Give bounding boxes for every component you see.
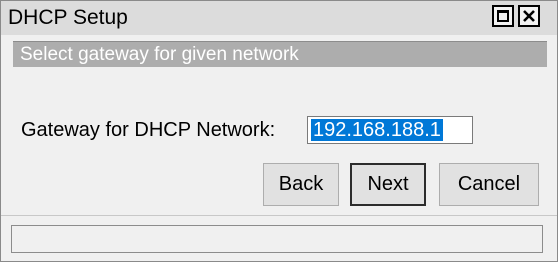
maximize-icon [497, 10, 509, 22]
maximize-button[interactable] [492, 5, 514, 27]
close-icon [523, 10, 535, 22]
subtitle-text: Select gateway for given network [20, 44, 299, 65]
subtitle-bar: Select gateway for given network [13, 41, 547, 67]
back-button[interactable]: Back [263, 163, 339, 206]
window-title: DHCP Setup [8, 6, 128, 29]
cancel-button[interactable]: Cancel [439, 163, 539, 206]
close-button[interactable] [518, 5, 540, 27]
gateway-input[interactable]: 192.168.188.1 [307, 116, 473, 144]
status-bar [11, 225, 543, 253]
gateway-field-label: Gateway for DHCP Network: [21, 119, 276, 141]
title-bar[interactable]: DHCP Setup [1, 1, 557, 35]
status-separator [1, 215, 557, 216]
next-button[interactable]: Next [350, 163, 426, 206]
dhcp-setup-window: DHCP Setup Select gateway for given netw… [0, 0, 558, 262]
gateway-input-value: 192.168.188.1 [311, 119, 443, 141]
